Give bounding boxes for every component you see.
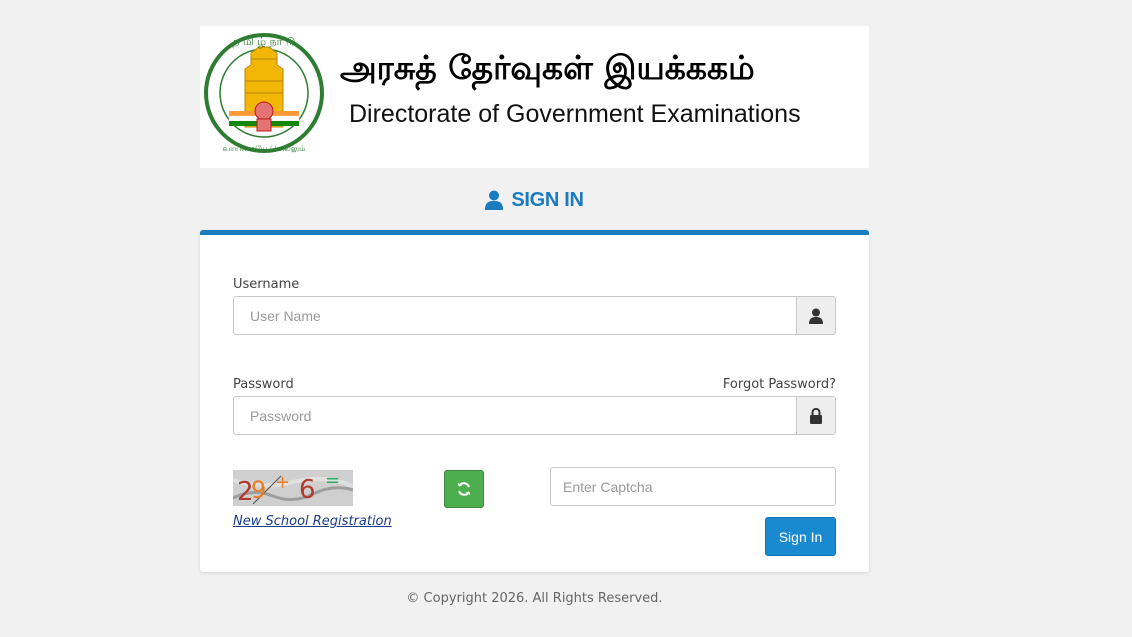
title-tamil: அரசுத் தேர்வுகள் இயக்ககம் [340,48,755,87]
forgot-password-link[interactable]: Forgot Password? [723,377,836,392]
username-group [233,296,836,335]
svg-text:த மி ழ் நா டு: த மி ழ் நா டு [232,35,295,48]
username-label: Username [233,277,300,292]
captcha-image: 2 9 + 6 = [233,470,353,506]
tamil-nadu-emblem-icon: த மி ழ் நா டு வாய்மையே வெல்லும் [204,33,324,154]
captcha-char-3: + [275,472,290,493]
signin-heading-text: SIGN IN [511,188,584,211]
new-school-registration-link[interactable]: New School Registration [233,514,392,529]
user-icon [809,308,823,324]
username-input[interactable] [233,296,796,335]
password-group [233,396,836,435]
signin-button[interactable]: Sign In [765,517,836,556]
login-card: Username Password Forgot Password? 2 [200,230,869,572]
user-icon [485,190,504,210]
captcha-char-2: 9 [251,476,266,504]
captcha-input[interactable] [550,467,836,506]
password-label: Password [233,377,294,392]
refresh-icon [457,482,471,496]
lock-icon [810,407,822,424]
signin-heading: SIGN IN [200,185,869,215]
password-input[interactable] [233,396,796,435]
username-addon [796,296,836,335]
captcha-char-5: = [325,470,340,491]
captcha-char-4: 6 [299,475,316,505]
emblem-motto: வாய்மையே வெல்லும் [223,144,306,154]
title-english: Directorate of Government Examinations [349,100,801,128]
refresh-captcha-button[interactable] [444,470,484,508]
header-banner: த மி ழ் நா டு வாய்மையே வெல்லும் அரசுத் த… [200,26,869,168]
password-addon [796,396,836,435]
footer-copyright: © Copyright 2026. All Rights Reserved. [406,591,663,606]
